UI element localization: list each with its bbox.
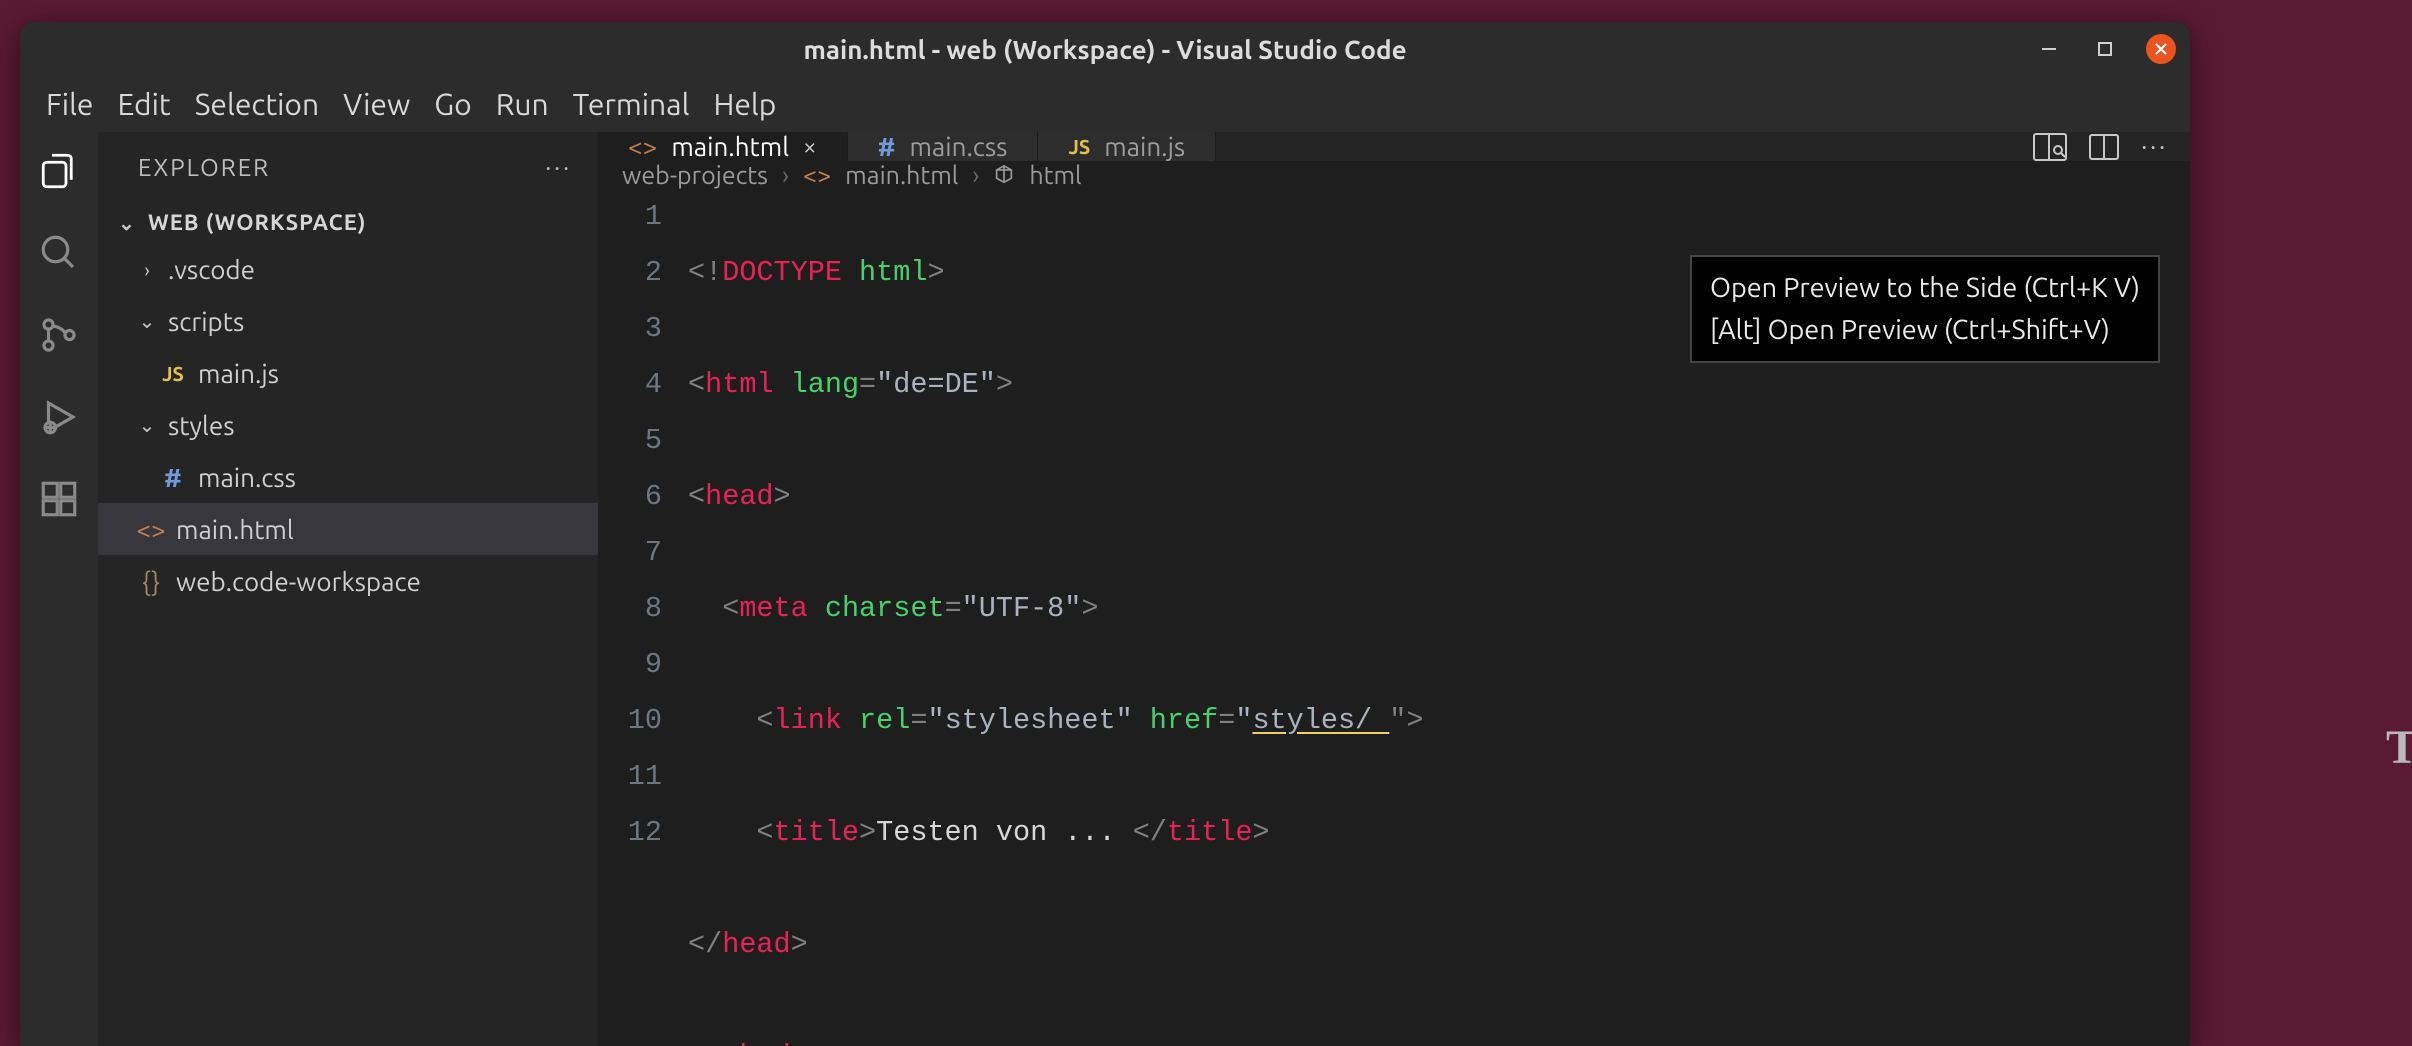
breadcrumb[interactable]: web-projects › <> main.html › html [598, 161, 2190, 189]
hash-icon: # [158, 463, 188, 492]
menu-go[interactable]: Go [434, 87, 471, 121]
sidebar-title: EXPLORER [138, 154, 270, 181]
menubar: File Edit Selection View Go Run Terminal… [20, 76, 2190, 132]
tab-mainhtml[interactable]: <> main.html × [598, 132, 848, 161]
tabbar: <> main.html × # main.css JS main.js [598, 132, 2190, 161]
chevron-down-icon: ⌄ [136, 413, 158, 437]
sidebar-section[interactable]: ⌄ WEB (WORKSPACE) [98, 202, 598, 243]
js-icon: JS [158, 362, 188, 385]
line-gutter: 1 2 3 4 5 6 7 8 9 10 11 12 [598, 189, 688, 1046]
chevron-right-icon: › [972, 161, 979, 189]
tree-file-mainhtml[interactable]: <> main.html [98, 503, 598, 555]
tab-maincss[interactable]: # main.css [848, 132, 1039, 161]
tree-file-workspace[interactable]: {} web.code-workspace [98, 555, 598, 607]
search-icon[interactable] [36, 230, 82, 276]
minimize-button[interactable] [2034, 34, 2064, 64]
chevron-right-icon: › [782, 161, 789, 189]
menu-selection[interactable]: Selection [195, 87, 319, 121]
maximize-button[interactable] [2090, 34, 2120, 64]
hash-icon: # [878, 132, 896, 161]
menu-help[interactable]: Help [713, 87, 776, 121]
tree-file-maincss[interactable]: # main.css [98, 451, 598, 503]
tree-folder-vscode[interactable]: › .vscode [98, 243, 598, 295]
titlebar: main.html - web (Workspace) - Visual Stu… [20, 22, 2190, 76]
run-debug-icon[interactable] [36, 394, 82, 440]
close-button[interactable] [2146, 34, 2176, 64]
open-preview-icon[interactable] [2033, 133, 2067, 161]
sidebar-more-icon[interactable]: ··· [545, 154, 572, 181]
tree-folder-scripts[interactable]: ⌄ scripts [98, 295, 598, 347]
more-actions-icon[interactable]: ··· [2141, 133, 2168, 160]
activitybar [20, 132, 98, 1046]
explorer-sidebar: EXPLORER ··· ⌄ WEB (WORKSPACE) › .vscode… [98, 132, 598, 1046]
symbol-icon [993, 164, 1015, 186]
chevron-down-icon: ⌄ [116, 211, 138, 235]
tree-file-mainjs[interactable]: JS main.js [98, 347, 598, 399]
extensions-icon[interactable] [36, 476, 82, 522]
menu-file[interactable]: File [46, 87, 94, 121]
menu-run[interactable]: Run [496, 87, 549, 121]
code-icon: <> [803, 161, 831, 189]
code-icon: <> [628, 132, 657, 161]
close-icon[interactable]: × [803, 133, 817, 160]
window-title: main.html - web (Workspace) - Visual Stu… [803, 35, 1406, 64]
menu-view[interactable]: View [343, 87, 410, 121]
chevron-down-icon: ⌄ [136, 309, 158, 333]
menu-edit[interactable]: Edit [118, 87, 171, 121]
js-icon: JS [1068, 135, 1090, 158]
file-tree: › .vscode ⌄ scripts JS main.js ⌄ styles … [98, 243, 598, 607]
explorer-icon[interactable] [36, 148, 82, 194]
braces-icon: {} [136, 567, 166, 596]
chevron-right-icon: › [136, 258, 158, 281]
source-control-icon[interactable] [36, 312, 82, 358]
tree-folder-styles[interactable]: ⌄ styles [98, 399, 598, 451]
code-icon: <> [136, 515, 166, 544]
tab-mainjs[interactable]: JS main.js [1038, 132, 1216, 161]
decorative-glyph: T [2386, 720, 2412, 775]
preview-tooltip: Open Preview to the Side (Ctrl+K V) [Alt… [1690, 255, 2160, 363]
menu-terminal[interactable]: Terminal [573, 87, 690, 121]
split-editor-icon[interactable] [2089, 134, 2119, 160]
vscode-window: main.html - web (Workspace) - Visual Stu… [20, 22, 2190, 1046]
